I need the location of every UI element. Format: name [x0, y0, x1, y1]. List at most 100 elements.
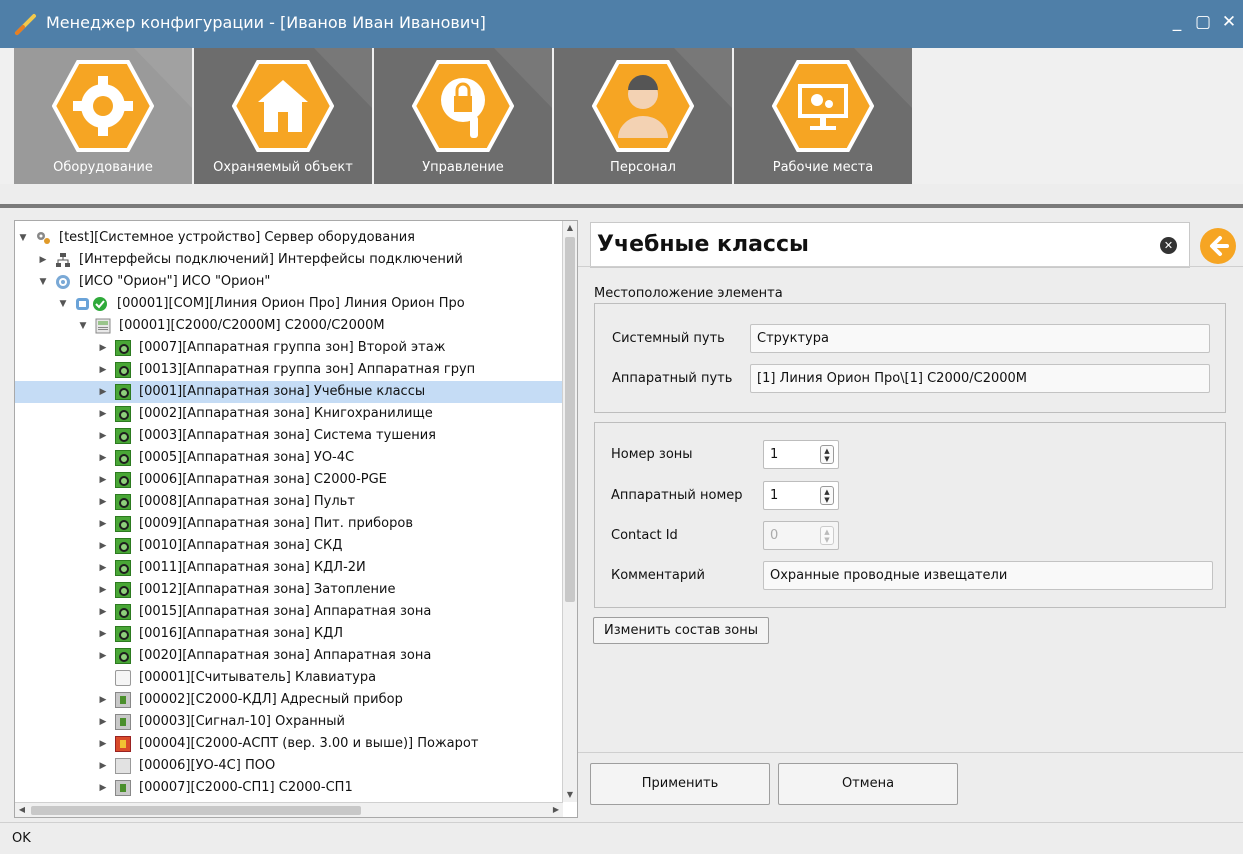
expand-arrow-icon[interactable]: ▶	[97, 711, 109, 733]
apply-button[interactable]: Применить	[590, 763, 770, 805]
tree-row[interactable]: ▼ [test][Системное устройство] Сервер обо…	[15, 227, 563, 249]
element-name-field[interactable]: Учебные классы ✕	[590, 222, 1190, 268]
expand-arrow-icon[interactable]: ▶	[97, 623, 109, 645]
tree-row[interactable]: ▶ [0005][Аппаратная зона] УО-4С	[15, 447, 563, 469]
tree-row[interactable]: ▶ [0016][Аппаратная зона] КДЛ	[15, 623, 563, 645]
tree-row[interactable]: ▶ [0001][Аппаратная зона] Учебные классы	[15, 381, 563, 403]
tree-row[interactable]: ▶ [0020][Аппаратная зона] Аппаратная зона	[15, 645, 563, 667]
tree-row[interactable]: ▶ [0013][Аппаратная группа зон] Аппаратна…	[15, 359, 563, 381]
hardware-number-stepper[interactable]: 1 ▲ ▼	[763, 481, 839, 510]
tree-row[interactable]: ▶ [Интерфейсы подключений] Интерфейсы под…	[15, 249, 563, 271]
ribbon-protected-object-button[interactable]: Охраняемый объект	[194, 48, 372, 184]
expand-arrow-icon[interactable]: ▶	[97, 755, 109, 777]
expand-arrow-icon[interactable]: ▶	[97, 601, 109, 623]
stepper-arrows-icon[interactable]: ▲ ▼	[820, 486, 834, 505]
zone-icon	[115, 604, 131, 620]
expand-arrow-icon[interactable]: ▶	[97, 645, 109, 667]
expand-arrow-icon[interactable]: ▶	[97, 579, 109, 601]
tree-row[interactable]: ▶ [0011][Аппаратная зона] КДЛ-2И	[15, 557, 563, 579]
collapse-arrow-icon[interactable]: ▼	[77, 315, 89, 337]
tree-row-label: [0011][Аппаратная зона] КДЛ-2И	[139, 560, 366, 575]
tree-row[interactable]: ▶ [0002][Аппаратная зона] Книгохранилище	[15, 403, 563, 425]
equipment-tree[interactable]: ▼ [test][Системное устройство] Сервер обо…	[14, 220, 578, 818]
comment-field[interactable]: Охранные проводные извещатели	[763, 561, 1213, 590]
ribbon-equipment-label: Оборудование	[53, 160, 153, 175]
tree-row[interactable]: ▶ [0009][Аппаратная зона] Пит. приборов	[15, 513, 563, 535]
tree-row[interactable]: ▼ [00001][COM][Линия Орион Про] Линия Ори…	[15, 293, 563, 315]
change-zone-composition-button[interactable]: Изменить состав зоны	[593, 617, 769, 644]
scroll-right-arrow-icon[interactable]: ▶	[549, 803, 563, 817]
status-text: OK	[12, 831, 31, 846]
zone-icon	[115, 626, 131, 642]
expand-arrow-icon[interactable]: ▶	[97, 381, 109, 403]
expand-arrow-icon[interactable]: ▶	[97, 513, 109, 535]
com-line-icon	[75, 296, 109, 312]
collapse-arrow-icon[interactable]: ▼	[37, 271, 49, 293]
expand-arrow-icon[interactable]: ▶	[97, 447, 109, 469]
tree-row[interactable]: ▶ [00007][С2000-СП1] С2000-СП1	[15, 777, 563, 799]
tree-row[interactable]: ▼ [00001][С2000/С2000М] С2000/С2000М	[15, 315, 563, 337]
scrollbar-thumb[interactable]	[31, 806, 361, 815]
tree-horizontal-scrollbar[interactable]: ◀ ▶	[15, 802, 563, 817]
tree-row[interactable]: ▶ [00004][С2000-АСПТ (вер. 3.00 и выше)] …	[15, 733, 563, 755]
system-path-field[interactable]: Структура	[750, 324, 1210, 353]
expand-arrow-icon[interactable]: ▶	[97, 337, 109, 359]
ribbon-workstations-button[interactable]: Рабочие места	[734, 48, 912, 184]
expand-arrow-icon[interactable]: ▶	[97, 403, 109, 425]
expand-arrow-icon[interactable]: ▶	[97, 359, 109, 381]
maximize-button[interactable]: ▢	[1192, 11, 1214, 33]
ribbon-equipment-button[interactable]: Оборудование	[14, 48, 192, 184]
window-title: Менеджер конфигурации - [Иванов Иван Ива…	[46, 13, 486, 32]
expand-arrow-icon[interactable]: ▶	[97, 777, 109, 799]
cancel-button[interactable]: Отмена	[778, 763, 958, 805]
ribbon-control-button[interactable]: Управление	[374, 48, 552, 184]
ribbon-personnel-button[interactable]: Персонал	[554, 48, 732, 184]
device-icon	[115, 780, 131, 796]
tree-row[interactable]: ▶ [0006][Аппаратная зона] С2000-PGE	[15, 469, 563, 491]
scrollbar-thumb[interactable]	[565, 237, 575, 602]
zone-number-stepper[interactable]: 1 ▲ ▼	[763, 440, 839, 469]
tree-row[interactable]: ▶ [0015][Аппаратная зона] Аппаратная зона	[15, 601, 563, 623]
tree-row[interactable]: ▶ [00002][С2000-КДЛ] Адресный прибор	[15, 689, 563, 711]
collapse-arrow-icon[interactable]: ▼	[17, 227, 29, 249]
tree-row-label: [0013][Аппаратная группа зон] Аппаратная…	[139, 362, 476, 377]
hardware-path-field[interactable]: [1] Линия Орион Про\[1] С2000/С2000М	[750, 364, 1210, 393]
expand-arrow-icon[interactable]: ▶	[97, 425, 109, 447]
hardware-number-label: Аппаратный номер	[611, 488, 743, 503]
expand-arrow-icon[interactable]: ▶	[97, 733, 109, 755]
expand-arrow-icon[interactable]: ▶	[97, 689, 109, 711]
back-button[interactable]	[1200, 228, 1236, 264]
clear-icon[interactable]: ✕	[1160, 237, 1177, 254]
minimize-button[interactable]: _	[1166, 11, 1188, 33]
zone-group-icon	[115, 362, 131, 378]
expand-arrow-icon[interactable]: ▶	[97, 557, 109, 579]
tree-row-label: [0020][Аппаратная зона] Аппаратная зона	[139, 648, 432, 663]
tree-row[interactable]: [00001][Считыватель] Клавиатура	[15, 667, 563, 689]
tree-row-label: [0005][Аппаратная зона] УО-4С	[139, 450, 355, 465]
device-icon	[115, 692, 131, 708]
zone-icon	[115, 538, 131, 554]
zone-icon	[115, 472, 131, 488]
expand-arrow-icon[interactable]: ▶	[97, 491, 109, 513]
tree-row-label: [test][Системное устройство] Сервер обор…	[59, 230, 416, 245]
tree-row[interactable]: ▶ [00003][Сигнал-10] Охранный	[15, 711, 563, 733]
scroll-up-arrow-icon[interactable]: ▲	[563, 221, 577, 235]
close-button[interactable]: ✕	[1218, 11, 1240, 33]
scroll-down-arrow-icon[interactable]: ▼	[563, 788, 577, 802]
tree-row[interactable]: ▶ [0003][Аппаратная зона] Система тушения	[15, 425, 563, 447]
tree-vertical-scrollbar[interactable]: ▲ ▼	[562, 221, 577, 802]
expand-arrow-icon[interactable]: ▶	[97, 469, 109, 491]
tree-row[interactable]: ▼ [ИСО "Орион"] ИСО "Орион"	[15, 271, 563, 293]
tree-row[interactable]: ▶ [00006][УО-4С] ПОО	[15, 755, 563, 777]
tree-row[interactable]: ▶ [0012][Аппаратная зона] Затопление	[15, 579, 563, 601]
scroll-left-arrow-icon[interactable]: ◀	[15, 803, 29, 817]
expand-arrow-icon[interactable]: ▶	[97, 535, 109, 557]
collapse-arrow-icon[interactable]: ▼	[57, 293, 69, 315]
tree-row[interactable]: ▶ [0010][Аппаратная зона] СКД	[15, 535, 563, 557]
network-icon	[55, 252, 71, 268]
tree-row-label: [0002][Аппаратная зона] Книгохранилище	[139, 406, 433, 421]
tree-row[interactable]: ▶ [0008][Аппаратная зона] Пульт	[15, 491, 563, 513]
tree-row[interactable]: ▶ [0007][Аппаратная группа зон] Второй эт…	[15, 337, 563, 359]
stepper-arrows-icon[interactable]: ▲ ▼	[820, 445, 834, 464]
expand-arrow-icon[interactable]: ▶	[37, 249, 49, 271]
